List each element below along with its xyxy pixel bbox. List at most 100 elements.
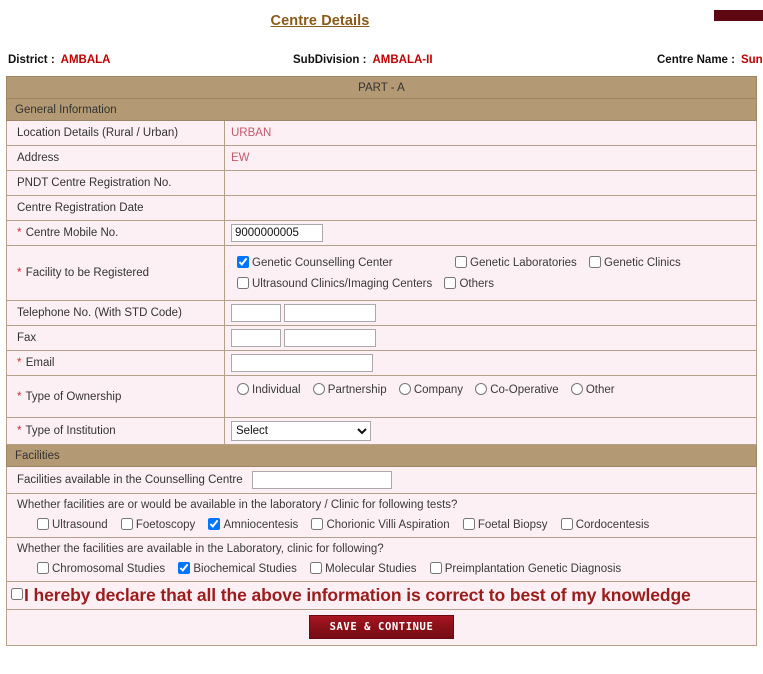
required-asterisk: * [17,357,22,369]
location-label: Location Details (Rural / Urban) [6,120,225,146]
lab-option-biochemical-studies[interactable]: Biochemical Studies [178,562,297,575]
facility-checkbox-others[interactable] [444,277,457,289]
test-checkbox-cordocentesis[interactable] [560,518,573,530]
test-option-label: Foetal Biopsy [477,519,548,531]
facility-options-group: Genetic Counselling Center Genetic Labor… [231,249,750,297]
facility-registered-label: Facility to be Registered [25,267,150,279]
lab-option-molecular-studies[interactable]: Molecular Studies [310,562,417,575]
ownership-radio-other[interactable] [570,383,583,395]
institution-value-cell: Select [224,417,757,445]
row-centre-mobile: * Centre Mobile No. [6,220,757,246]
declaration-checkbox[interactable] [11,587,23,600]
lab-checkbox-chromosomal-studies[interactable] [37,562,49,574]
row-facility-registered: * Facility to be Registered Genetic Coun… [6,245,757,301]
facility-options-line-1: Genetic Counselling Center Genetic Labor… [237,256,744,269]
test-checkbox-chorionic-villi-aspiration[interactable] [311,518,324,530]
facility-checkbox-genetic-counselling-center[interactable] [237,256,249,268]
ownership-radio-partnership[interactable] [312,383,325,395]
facility-checkbox-genetic-clinics[interactable] [589,256,602,268]
fax-label: Fax [6,325,225,351]
facility-option-genetic-clinics[interactable]: Genetic Clinics [589,256,681,269]
test-option-foetoscopy[interactable]: Foetoscopy [120,518,195,531]
top-accent-bar [714,10,763,21]
facilities-label: Facilities [15,449,60,462]
ownership-options-cell: Individual Partnership Company Co-Operat… [224,375,757,418]
centre-details-form-table: PART - A General Information Location De… [6,76,757,646]
counselling-facilities-input[interactable] [251,471,392,489]
lab-checkbox-biochemical-studies[interactable] [178,562,191,574]
centre-name-value: Sunil [740,54,763,66]
facilities-section-row: Facilities [6,444,757,467]
row-institution: * Type of Institution Select [6,417,757,445]
institution-select[interactable]: Select [231,421,371,441]
subdivision-value: AMBALA-II [372,54,433,66]
row-location: Location Details (Rural / Urban) URBAN [6,120,757,146]
tests-question-text: Whether facilities are or would be avail… [17,499,458,511]
ownership-option-label: Company [413,384,464,396]
email-value-cell [224,350,757,376]
fax-std-input[interactable] [231,329,281,347]
lab-checkbox-preimplantation-genetic-diagnosis[interactable] [429,562,442,574]
centre-reg-date-label: Centre Registration Date [6,195,225,221]
row-tests-question: Whether facilities are or would be avail… [6,493,757,538]
info-bar: District : AMBALA SubDivision : AMBALA-II … [0,54,763,72]
test-option-cordocentesis[interactable]: Cordocentesis [560,518,649,531]
lab-option-chromosomal-studies[interactable]: Chromosomal Studies [37,562,165,575]
tests-options-group: Ultrasound Foetoscopy Amniocentesis Chor… [7,516,756,537]
address-value-cell: EW [224,145,757,171]
subdivision-label: SubDivision : [293,54,367,66]
lab-question-cell: Whether the facilities are available in … [6,537,757,582]
ownership-radio-company[interactable] [398,383,411,395]
test-checkbox-amniocentesis[interactable] [208,518,221,530]
centre-mobile-input[interactable] [231,224,323,242]
facility-option-genetic-counselling-center[interactable]: Genetic Counselling Center [237,256,393,269]
test-option-amniocentesis[interactable]: Amniocentesis [208,518,298,531]
ownership-option-label: Partnership [327,384,387,396]
row-pndt-reg-no: PNDT Centre Registration No. [6,170,757,196]
ownership-option-company[interactable]: Company [398,383,464,396]
facility-option-label: Others [459,278,494,290]
telephone-number-input[interactable] [284,304,377,322]
fax-number-input[interactable] [284,329,377,347]
ownership-option-other[interactable]: Other [570,383,615,396]
row-actions: SAVE & CONTINUE [6,609,757,646]
facility-option-others[interactable]: Others [444,277,494,290]
ownership-radio-individual[interactable] [237,383,249,395]
ownership-option-co-operative[interactable]: Co-Operative [475,383,559,396]
lab-checkbox-molecular-studies[interactable] [310,562,323,574]
ownership-option-partnership[interactable]: Partnership [312,383,387,396]
email-input[interactable] [231,354,373,372]
test-checkbox-foetal-biopsy[interactable] [462,518,475,530]
ownership-label-cell: * Type of Ownership [6,375,225,418]
page-title-wrap: Centre Details [0,12,640,30]
telephone-value-cell [224,300,757,326]
lab-option-label: Preimplantation Genetic Diagnosis [444,563,622,575]
facility-checkbox-ultrasound-clinics-imaging-centers[interactable] [237,277,249,289]
institution-label-cell: * Type of Institution [6,417,225,445]
ownership-option-individual[interactable]: Individual [237,383,301,396]
facility-checkbox-genetic-laboratories[interactable] [455,256,468,268]
centre-name-info: Centre Name : Sunil [657,54,763,66]
row-email: * Email [6,350,757,376]
facility-option-ultrasound-clinics-imaging-centers[interactable]: Ultrasound Clinics/Imaging Centers [237,277,432,290]
facilities-band: Facilities [6,444,757,467]
test-option-chorionic-villi-aspiration[interactable]: Chorionic Villi Aspiration [311,518,450,531]
lab-option-label: Biochemical Studies [193,563,297,575]
lab-options-group: Chromosomal Studies Biochemical Studies … [7,560,756,581]
email-label-cell: * Email [6,350,225,376]
location-value: URBAN [231,127,272,139]
save-and-continue-button[interactable]: SAVE & CONTINUE [308,615,455,639]
ownership-radio-co-operative[interactable] [475,383,488,395]
row-lab-question: Whether the facilities are available in … [6,537,757,582]
lab-option-preimplantation-genetic-diagnosis[interactable]: Preimplantation Genetic Diagnosis [429,562,622,575]
test-option-ultrasound[interactable]: Ultrasound [37,518,108,531]
facility-option-genetic-laboratories[interactable]: Genetic Laboratories [455,256,577,269]
test-option-foetal-biopsy[interactable]: Foetal Biopsy [462,518,548,531]
row-telephone: Telephone No. (With STD Code) [6,300,757,326]
telephone-std-input[interactable] [231,304,281,322]
test-checkbox-foetoscopy[interactable] [120,518,133,530]
facility-option-label: Genetic Clinics [604,257,681,269]
facility-option-label: Genetic Laboratories [470,257,577,269]
test-checkbox-ultrasound[interactable] [37,518,49,530]
ownership-option-label: Individual [252,384,301,396]
